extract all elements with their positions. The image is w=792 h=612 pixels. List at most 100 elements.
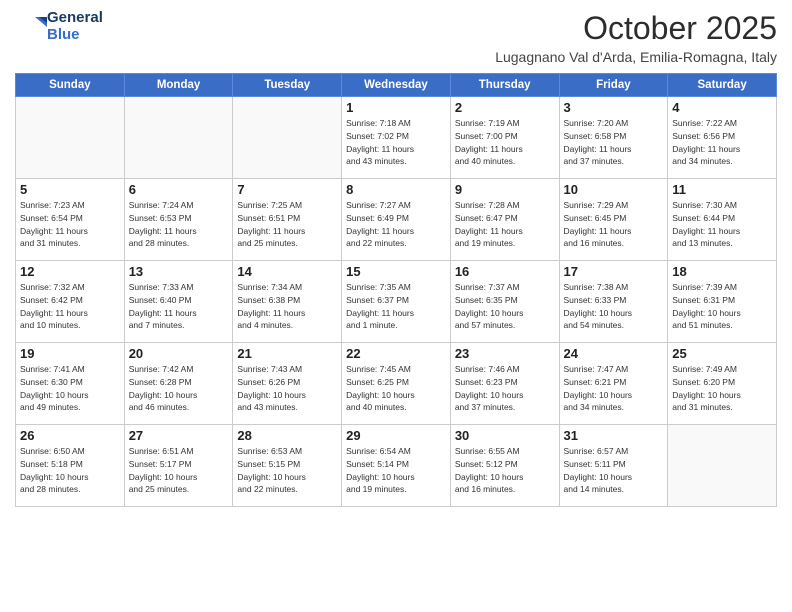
day-number: 3 [564,100,664,115]
table-row: 1 Sunrise: 7:18 AMSunset: 7:02 PMDaylight… [342,97,451,179]
day-info: Sunrise: 7:35 AMSunset: 6:37 PMDaylight:… [346,281,446,332]
table-row: 20Sunrise: 7:42 AMSunset: 6:28 PMDayligh… [124,343,233,425]
day-number: 18 [672,264,772,279]
day-info: Sunrise: 7:29 AMSunset: 6:45 PMDaylight:… [564,199,664,250]
table-row: 18 Sunrise: 7:39 AMSunset: 6:31 PMDayligh… [668,261,777,343]
col-saturday: Saturday [668,74,777,97]
week-row-5: 26 Sunrise: 6:50 AMSunset: 5:18 PMDayligh… [16,425,777,507]
table-row: 8 Sunrise: 7:27 AMSunset: 6:49 PMDaylight… [342,179,451,261]
day-number: 30 [455,428,555,443]
day-info: Sunrise: 7:38 AMSunset: 6:33 PMDaylight:… [564,281,664,332]
day-info: Sunrise: 7:33 AMSunset: 6:40 PMDaylight:… [129,281,229,332]
table-row: 30 Sunrise: 6:55 AMSunset: 5:12 PMDayligh… [450,425,559,507]
table-row: 21Sunrise: 7:43 AMSunset: 6:26 PMDayligh… [233,343,342,425]
day-info: Sunrise: 7:19 AMSunset: 7:00 PMDaylight:… [455,117,555,168]
day-info: Sunrise: 7:25 AMSunset: 6:51 PMDaylight:… [237,199,337,250]
day-info: Sunrise: 7:28 AMSunset: 6:47 PMDaylight:… [455,199,555,250]
table-row: 27 Sunrise: 6:51 AMSunset: 5:17 PMDayligh… [124,425,233,507]
day-number: 31 [564,428,664,443]
table-row: 9 Sunrise: 7:28 AMSunset: 6:47 PMDaylight… [450,179,559,261]
day-info: Sunrise: 7:22 AMSunset: 6:56 PMDaylight:… [672,117,772,168]
day-number: 27 [129,428,229,443]
day-info: Sunrise: 7:30 AMSunset: 6:44 PMDaylight:… [672,199,772,250]
table-row: 26 Sunrise: 6:50 AMSunset: 5:18 PMDayligh… [16,425,125,507]
col-thursday: Thursday [450,74,559,97]
day-number: 11 [672,182,772,197]
day-number: 1 [346,100,446,115]
table-row: 2 Sunrise: 7:19 AMSunset: 7:00 PMDaylight… [450,97,559,179]
day-number: 25 [672,346,772,361]
day-number: 9 [455,182,555,197]
table-row [124,97,233,179]
table-row: 15 Sunrise: 7:35 AMSunset: 6:37 PMDayligh… [342,261,451,343]
day-number: 10 [564,182,664,197]
day-info: Sunrise: 7:41 AMSunset: 6:30 PMDaylight:… [20,363,120,414]
day-info: Sunrise: 6:55 AMSunset: 5:12 PMDaylight:… [455,445,555,496]
logo-icon [15,13,43,41]
table-row: 6Sunrise: 7:24 AMSunset: 6:53 PMDaylight… [124,179,233,261]
day-info: Sunrise: 7:46 AMSunset: 6:23 PMDaylight:… [455,363,555,414]
day-info: Sunrise: 7:47 AMSunset: 6:21 PMDaylight:… [564,363,664,414]
table-row: 31 Sunrise: 6:57 AMSunset: 5:11 PMDayligh… [559,425,668,507]
table-row: 11 Sunrise: 7:30 AMSunset: 6:44 PMDayligh… [668,179,777,261]
day-info: Sunrise: 6:51 AMSunset: 5:17 PMDaylight:… [129,445,229,496]
day-number: 8 [346,182,446,197]
col-monday: Monday [124,74,233,97]
week-row-3: 12 Sunrise: 7:32 AMSunset: 6:42 PMDayligh… [16,261,777,343]
table-row: 19 Sunrise: 7:41 AMSunset: 6:30 PMDayligh… [16,343,125,425]
day-info: Sunrise: 7:18 AMSunset: 7:02 PMDaylight:… [346,117,446,168]
day-info: Sunrise: 7:43 AMSunset: 6:26 PMDaylight:… [237,363,337,414]
table-row: 25 Sunrise: 7:49 AMSunset: 6:20 PMDayligh… [668,343,777,425]
day-number: 19 [20,346,120,361]
table-row: 7 Sunrise: 7:25 AMSunset: 6:51 PMDaylight… [233,179,342,261]
day-number: 2 [455,100,555,115]
day-number: 26 [20,428,120,443]
day-number: 28 [237,428,337,443]
day-number: 16 [455,264,555,279]
table-row: 28 Sunrise: 6:53 AMSunset: 5:15 PMDayligh… [233,425,342,507]
table-row: 24 Sunrise: 7:47 AMSunset: 6:21 PMDayligh… [559,343,668,425]
table-row: 17 Sunrise: 7:38 AMSunset: 6:33 PMDayligh… [559,261,668,343]
page-header: General Blue October 2025 Lugagnano Val … [15,10,777,65]
day-info: Sunrise: 7:45 AMSunset: 6:25 PMDaylight:… [346,363,446,414]
day-info: Sunrise: 7:49 AMSunset: 6:20 PMDaylight:… [672,363,772,414]
day-number: 29 [346,428,446,443]
day-info: Sunrise: 7:27 AMSunset: 6:49 PMDaylight:… [346,199,446,250]
table-row [16,97,125,179]
logo-text: General Blue [47,10,103,43]
day-number: 13 [129,264,229,279]
calendar-table: Sunday Monday Tuesday Wednesday Thursday… [15,73,777,507]
table-row: 14Sunrise: 7:34 AMSunset: 6:38 PMDayligh… [233,261,342,343]
day-number: 20 [129,346,229,361]
logo: General Blue [15,10,103,43]
day-info: Sunrise: 7:20 AMSunset: 6:58 PMDaylight:… [564,117,664,168]
day-info: Sunrise: 6:50 AMSunset: 5:18 PMDaylight:… [20,445,120,496]
table-row: 16Sunrise: 7:37 AMSunset: 6:35 PMDayligh… [450,261,559,343]
table-row: 3 Sunrise: 7:20 AMSunset: 6:58 PMDaylight… [559,97,668,179]
day-number: 17 [564,264,664,279]
day-number: 12 [20,264,120,279]
day-info: Sunrise: 6:54 AMSunset: 5:14 PMDaylight:… [346,445,446,496]
week-row-4: 19 Sunrise: 7:41 AMSunset: 6:30 PMDayligh… [16,343,777,425]
week-row-2: 5Sunrise: 7:23 AMSunset: 6:54 PMDaylight… [16,179,777,261]
day-number: 14 [237,264,337,279]
table-row [668,425,777,507]
col-wednesday: Wednesday [342,74,451,97]
month-title: October 2025 [495,10,777,47]
day-number: 23 [455,346,555,361]
calendar-header-row: Sunday Monday Tuesday Wednesday Thursday… [16,74,777,97]
day-info: Sunrise: 7:39 AMSunset: 6:31 PMDaylight:… [672,281,772,332]
day-info: Sunrise: 7:32 AMSunset: 6:42 PMDaylight:… [20,281,120,332]
table-row: 10 Sunrise: 7:29 AMSunset: 6:45 PMDayligh… [559,179,668,261]
day-number: 15 [346,264,446,279]
day-info: Sunrise: 6:57 AMSunset: 5:11 PMDaylight:… [564,445,664,496]
week-row-1: 1 Sunrise: 7:18 AMSunset: 7:02 PMDaylight… [16,97,777,179]
table-row: 12 Sunrise: 7:32 AMSunset: 6:42 PMDayligh… [16,261,125,343]
day-info: Sunrise: 6:53 AMSunset: 5:15 PMDaylight:… [237,445,337,496]
table-row: 13 Sunrise: 7:33 AMSunset: 6:40 PMDayligh… [124,261,233,343]
day-number: 7 [237,182,337,197]
location-text: Lugagnano Val d'Arda, Emilia-Romagna, It… [495,49,777,65]
day-number: 24 [564,346,664,361]
table-row: 29 Sunrise: 6:54 AMSunset: 5:14 PMDayligh… [342,425,451,507]
table-row: 23 Sunrise: 7:46 AMSunset: 6:23 PMDayligh… [450,343,559,425]
